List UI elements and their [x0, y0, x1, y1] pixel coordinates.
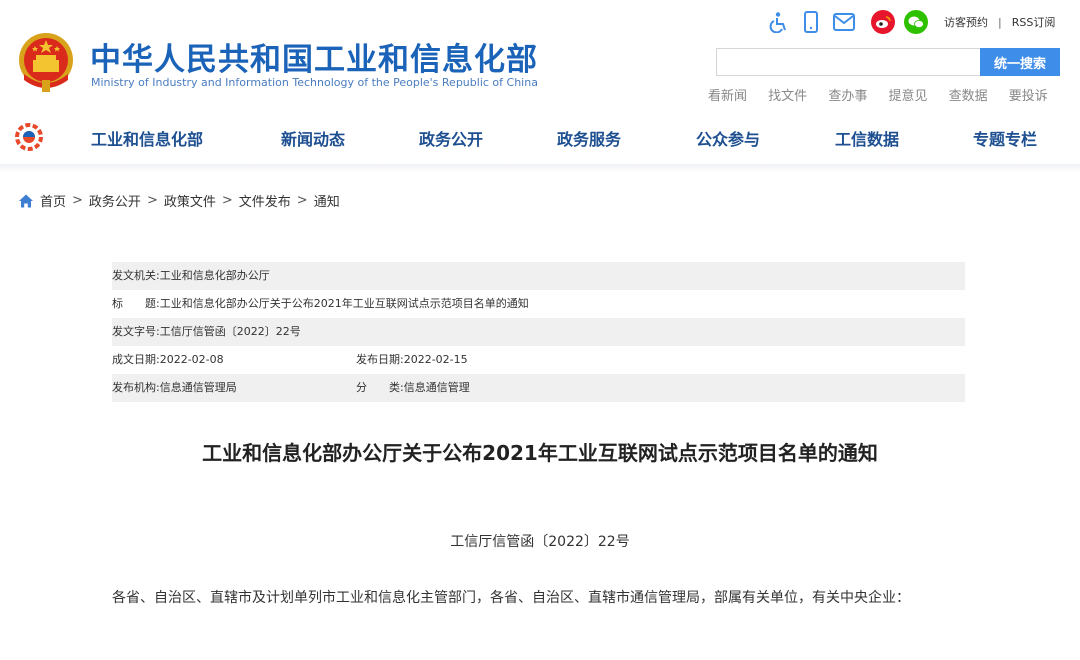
breadcrumb-gov-affairs[interactable]: 政务公开 — [89, 191, 141, 210]
search-input[interactable] — [716, 48, 991, 76]
search-box: 统一搜索 — [716, 48, 1060, 76]
top-link-separator: | — [998, 16, 1002, 29]
meta-label: 发文字号: — [112, 325, 160, 338]
nav-item-data[interactable]: 工信数据 — [835, 126, 899, 150]
quick-link-news[interactable]: 看新闻 — [708, 89, 747, 104]
top-links: 访客预约 | RSS订阅 — [944, 14, 1055, 30]
breadcrumb: 首页 > 政务公开 > 政策文件 > 文件发布 > 通知 — [18, 191, 340, 210]
breadcrumb-home[interactable]: 首页 — [40, 191, 66, 210]
visitor-booking-link[interactable]: 访客预约 — [944, 16, 988, 29]
breadcrumb-separator: > — [146, 193, 158, 208]
meta-label: 发文机关: — [112, 269, 160, 282]
meta-agency: 信息通信管理局 — [159, 381, 237, 394]
meta-label: 分 类: — [356, 381, 404, 394]
breadcrumb-separator: > — [296, 193, 308, 208]
quick-links: 看新闻 找文件 查办事 提意见 查数据 要投诉 — [708, 85, 1048, 104]
nav-divider — [0, 164, 1080, 172]
meta-doc-no: 工信厅信管函〔2022〕22号 — [159, 325, 301, 338]
wechat-icon[interactable] — [904, 10, 928, 34]
document-number: 工信厅信管函〔2022〕22号 — [450, 534, 630, 550]
rss-link[interactable]: RSS订阅 — [1012, 16, 1056, 29]
quick-link-feedback[interactable]: 提意见 — [888, 89, 927, 104]
meta-label: 标 题: — [112, 297, 160, 310]
meta-category: 信息通信管理 — [403, 381, 470, 394]
meta-created-date: 2022-02-08 — [159, 353, 224, 366]
breadcrumb-policy-files[interactable]: 政策文件 — [164, 191, 216, 210]
document-meta-table: 发文机关:工业和信息化部办公厅 标 题:工业和信息化部办公厅关于公布2021年工… — [112, 262, 965, 402]
nav-item-ministry[interactable]: 工业和信息化部 — [91, 126, 203, 150]
page: 中华人民共和国工业和信息化部 Ministry of Industry and … — [0, 0, 1080, 660]
mail-icon[interactable] — [832, 10, 856, 34]
breadcrumb-notice[interactable]: 通知 — [314, 191, 340, 210]
quick-link-services[interactable]: 查办事 — [828, 89, 867, 104]
meta-title: 工业和信息化部办公厅关于公布2021年工业互联网试点示范项目名单的通知 — [159, 297, 529, 310]
meta-row-issuer: 发文机关:工业和信息化部办公厅 — [112, 262, 965, 290]
meta-label: 发布机构: — [112, 381, 160, 394]
main-nav: 工业和信息化部 新闻动态 政务公开 政务服务 公众参与 工信数据 专题专栏 — [0, 110, 1080, 164]
meta-row-agency: 发布机构:信息通信管理局 分 类:信息通信管理 — [112, 374, 965, 402]
accessibility-icon[interactable] — [766, 10, 790, 34]
nav-item-gov-affairs[interactable]: 政务公开 — [419, 126, 483, 150]
meta-row-title: 标 题:工业和信息化部办公厅关于公布2021年工业互联网试点示范项目名单的通知 — [112, 290, 965, 318]
mobile-icon[interactable] — [799, 10, 823, 34]
document-title: 工业和信息化部办公厅关于公布2021年工业互联网试点示范项目名单的通知 — [202, 441, 878, 465]
breadcrumb-separator: > — [221, 193, 233, 208]
national-emblem-icon[interactable] — [16, 30, 76, 94]
miit-logo-icon[interactable] — [14, 122, 44, 152]
nav-item-gov-services[interactable]: 政务服务 — [557, 126, 621, 150]
top-icon-bar — [766, 10, 937, 34]
site-title[interactable]: 中华人民共和国工业和信息化部 — [90, 34, 538, 79]
quick-link-files[interactable]: 找文件 — [768, 89, 807, 104]
quick-link-complaint[interactable]: 要投诉 — [1009, 89, 1048, 104]
meta-issuer: 工业和信息化部办公厅 — [159, 269, 270, 282]
home-icon[interactable] — [18, 193, 34, 209]
meta-label: 发布日期: — [356, 353, 404, 366]
nav-item-news[interactable]: 新闻动态 — [281, 126, 345, 150]
weibo-icon[interactable] — [871, 10, 895, 34]
site-header: 中华人民共和国工业和信息化部 Ministry of Industry and … — [0, 0, 1080, 110]
meta-label: 成文日期: — [112, 353, 160, 366]
quick-link-data[interactable]: 查数据 — [949, 89, 988, 104]
site-subtitle: Ministry of Industry and Information Tec… — [91, 76, 538, 89]
meta-row-dates: 成文日期:2022-02-08 发布日期:2022-02-15 — [112, 346, 965, 374]
meta-row-doc-no: 发文字号:工信厅信管函〔2022〕22号 — [112, 318, 965, 346]
nav-item-public[interactable]: 公众参与 — [696, 126, 760, 150]
nav-item-topics[interactable]: 专题专栏 — [973, 126, 1037, 150]
search-button[interactable]: 统一搜索 — [980, 48, 1060, 76]
meta-published-date: 2022-02-15 — [403, 353, 468, 366]
document-salutation: 各省、自治区、直辖市及计划单列市工业和信息化主管部门，各省、自治区、直辖市通信管… — [112, 590, 910, 606]
breadcrumb-file-release[interactable]: 文件发布 — [239, 191, 291, 210]
breadcrumb-separator: > — [72, 193, 83, 208]
